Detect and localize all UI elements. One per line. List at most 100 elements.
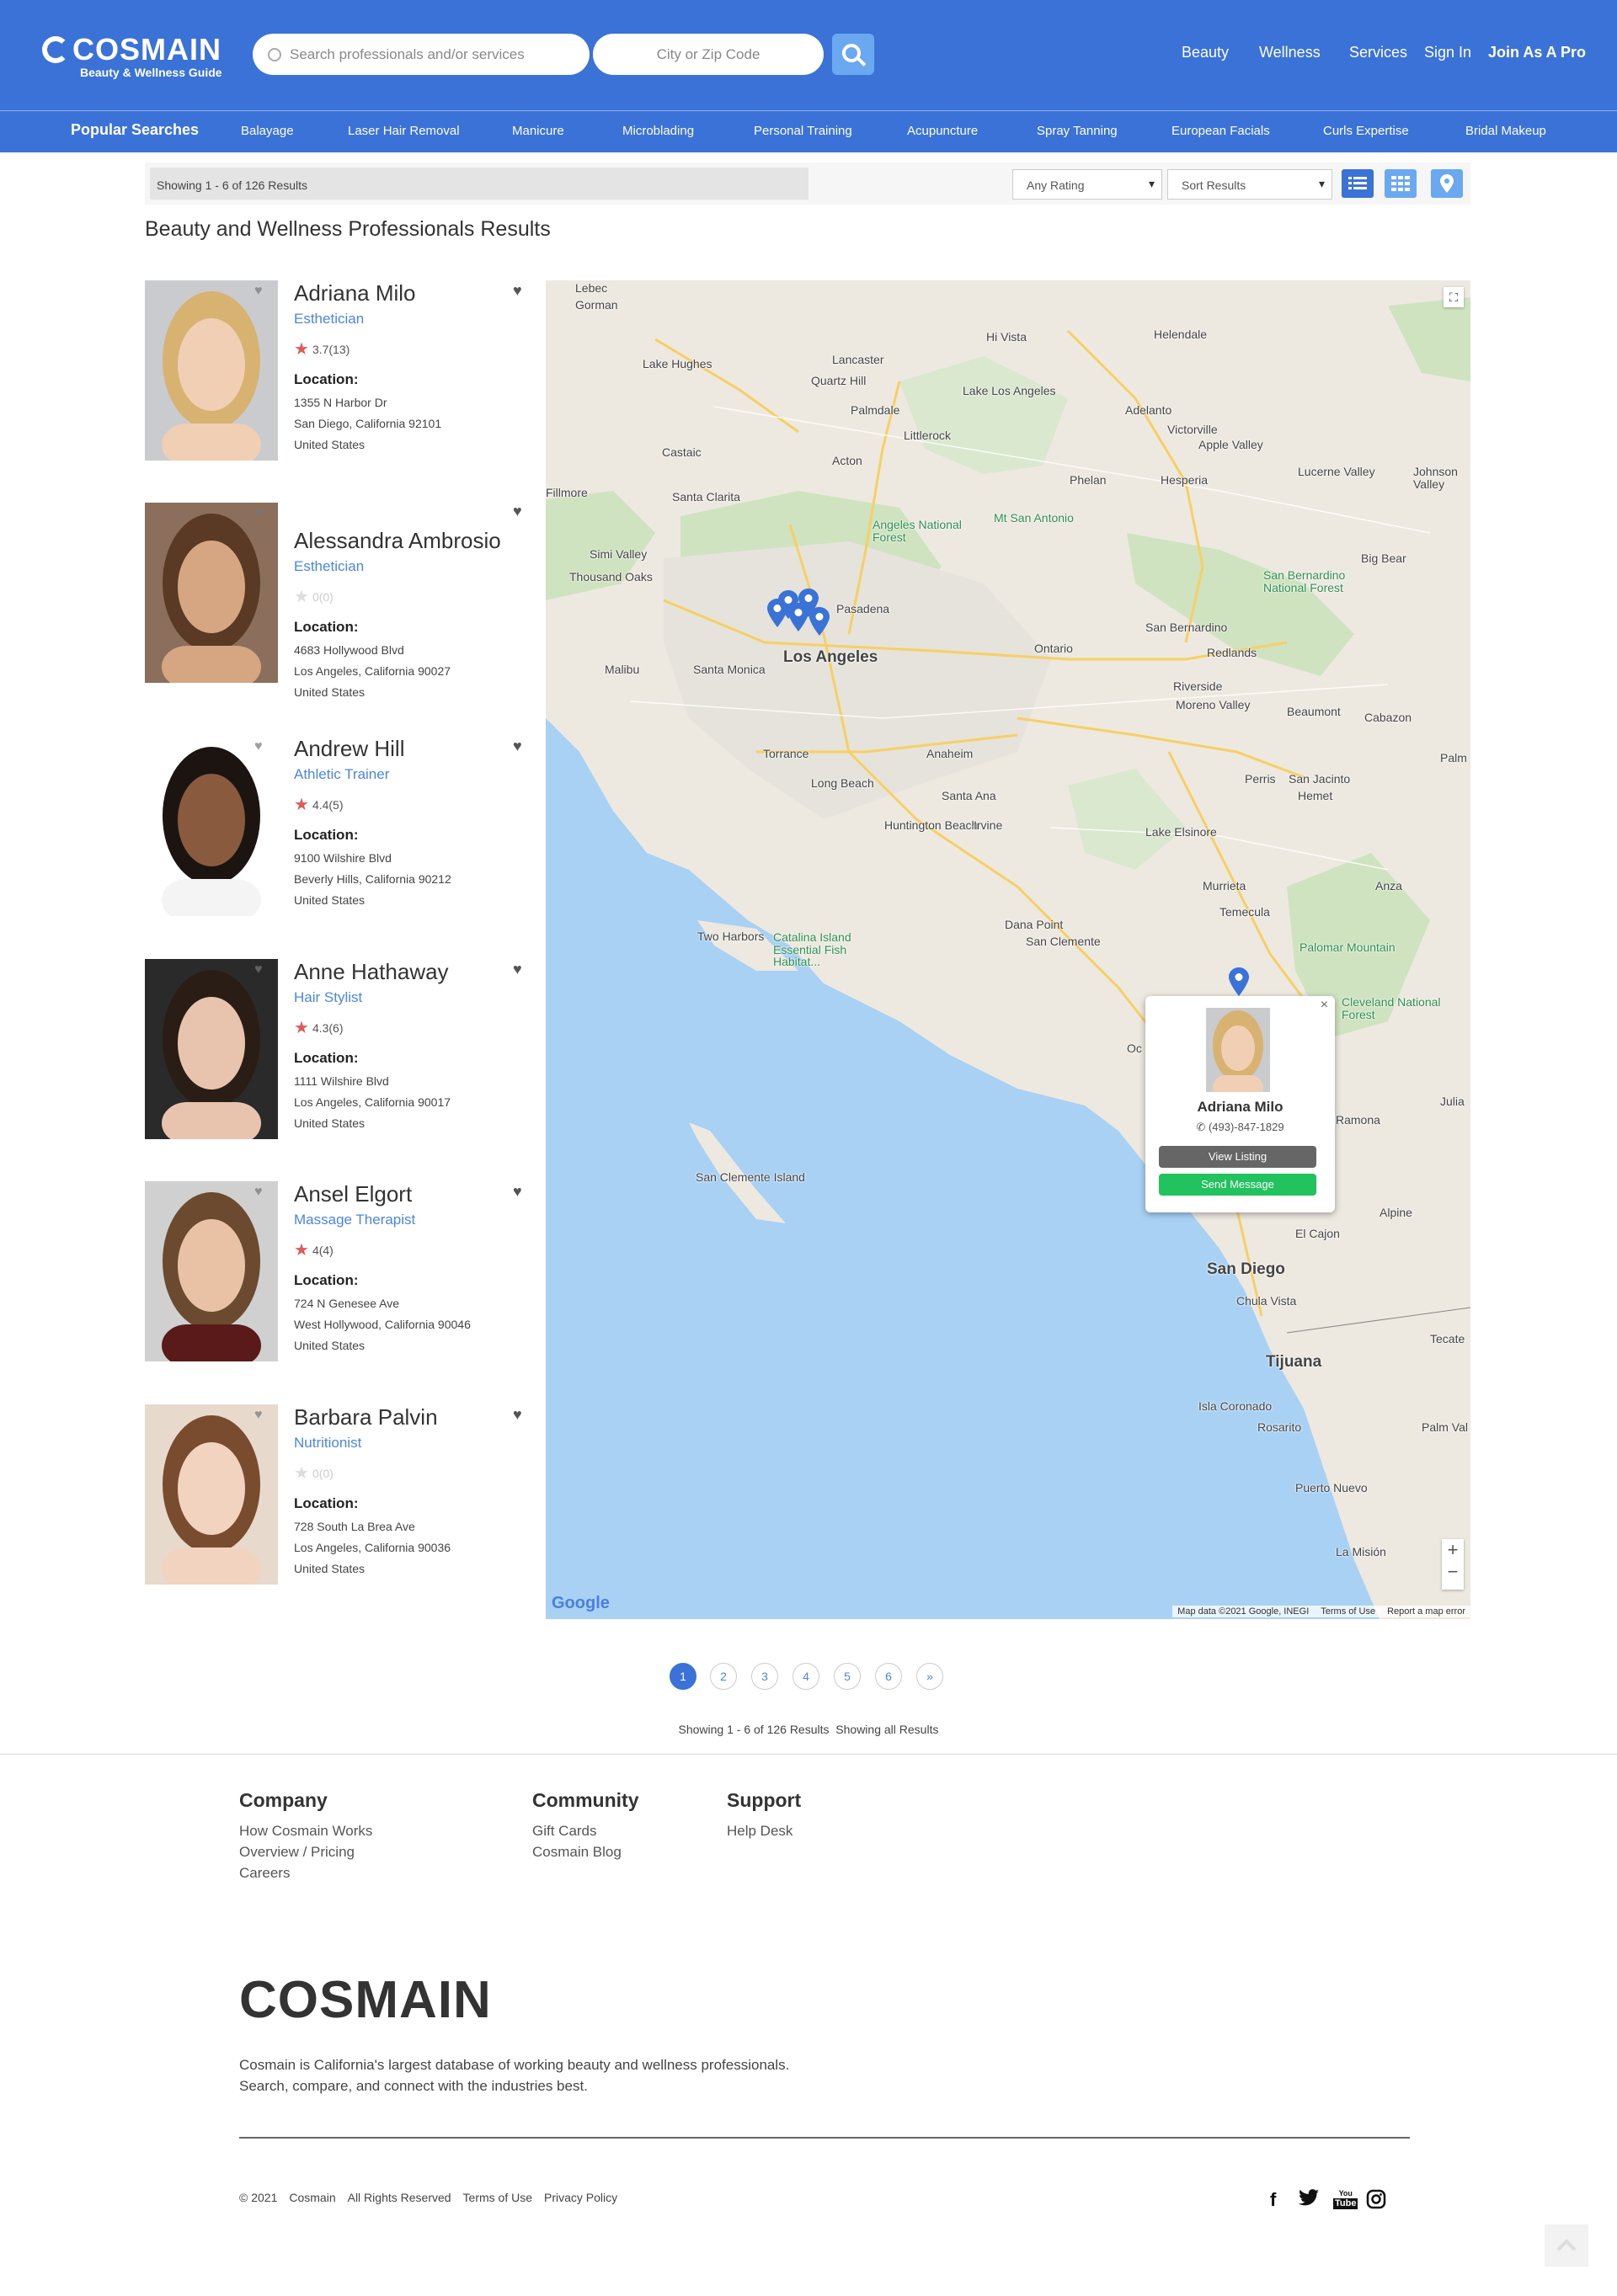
page-6-button[interactable]: 6: [875, 1663, 902, 1690]
pro-name[interactable]: Ansel Elgort: [294, 1181, 412, 1207]
footer-link[interactable]: Gift Cards: [532, 1820, 639, 1841]
profile-photo[interactable]: [145, 1181, 278, 1361]
photo-heart-icon[interactable]: ♥: [254, 962, 263, 978]
fullscreen-icon[interactable]: ⛶: [1444, 287, 1464, 307]
map-view-button[interactable]: [1431, 169, 1463, 198]
page-1-button[interactable]: 1: [670, 1663, 696, 1690]
star-icon: ★: [294, 1464, 309, 1483]
page-3-button[interactable]: 3: [751, 1663, 778, 1690]
instagram-icon[interactable]: [1366, 2189, 1386, 2214]
map-place-label: Two Harbors: [697, 930, 765, 943]
footer-link[interactable]: Help Desk: [727, 1820, 801, 1841]
photo-heart-icon[interactable]: ♥: [254, 1408, 263, 1423]
footer-link[interactable]: How Cosmain Works: [239, 1820, 372, 1841]
page-2-button[interactable]: 2: [710, 1663, 737, 1690]
popular-item[interactable]: Microblading: [622, 124, 694, 138]
pro-name[interactable]: Adriana Milo: [294, 280, 416, 306]
terms-link[interactable]: Terms of Use: [463, 2191, 532, 2204]
profile-photo[interactable]: [145, 503, 278, 683]
youtube-icon[interactable]: You Tube: [1333, 2189, 1358, 2209]
popular-item[interactable]: Personal Training: [754, 124, 852, 138]
result-card[interactable]: ♥ ♥ Andrew Hill Athletic Trainer ★ 4.4(5…: [145, 736, 532, 916]
footer-link[interactable]: Cosmain Blog: [532, 1841, 639, 1862]
profile-photo[interactable]: [145, 1404, 278, 1585]
footer-link[interactable]: Overview / Pricing: [239, 1841, 372, 1862]
pro-profession[interactable]: Athletic Trainer: [294, 766, 389, 783]
facebook-icon[interactable]: f: [1270, 2189, 1276, 2211]
pro-name[interactable]: Barbara Palvin: [294, 1404, 438, 1430]
map-terms-link[interactable]: Terms of Use: [1321, 1606, 1375, 1617]
results-map[interactable]: Lebec Gorman Lake Hughes Lancaster Quartz Hi…: [546, 280, 1470, 1619]
profile-photo[interactable]: [145, 959, 278, 1139]
back-to-top-button[interactable]: [1545, 2224, 1588, 2267]
location-label: Location:: [294, 1495, 359, 1511]
pro-profession[interactable]: Esthetician: [294, 311, 364, 328]
pro-name[interactable]: Andrew Hill: [294, 736, 405, 762]
sort-select[interactable]: Sort Results: [1167, 169, 1332, 200]
location-input[interactable]: City or Zip Code: [593, 34, 824, 75]
popular-item[interactable]: Balayage: [241, 124, 294, 138]
pro-name[interactable]: Anne Hathaway: [294, 959, 449, 985]
popular-item[interactable]: Manicure: [512, 124, 564, 138]
profile-photo[interactable]: [145, 736, 278, 916]
map-place-label: Oc: [1127, 1041, 1142, 1055]
result-card[interactable]: ♥ ♥ Adriana Milo Esthetician ★ 3.7(13) L…: [145, 280, 532, 461]
favorite-heart-icon[interactable]: ♥: [513, 738, 522, 755]
logo[interactable]: COSMAIN Beauty & Wellness Guide: [42, 32, 222, 79]
nav-join-pro[interactable]: Join As A Pro: [1488, 44, 1586, 61]
popular-item[interactable]: Bridal Makeup: [1465, 124, 1546, 138]
zoom-out-button[interactable]: −: [1442, 1561, 1464, 1583]
map-place-label: Lake Los Angeles: [963, 384, 1056, 397]
next-page-button[interactable]: »: [916, 1663, 943, 1690]
page-4-button[interactable]: 4: [792, 1663, 819, 1690]
popular-item[interactable]: European Facials: [1171, 124, 1270, 138]
pro-profession[interactable]: Hair Stylist: [294, 989, 362, 1006]
nav-services[interactable]: Services: [1349, 44, 1407, 61]
favorite-heart-icon[interactable]: ♥: [513, 503, 522, 520]
photo-heart-icon[interactable]: ♥: [254, 739, 263, 754]
send-message-button[interactable]: Send Message: [1159, 1174, 1316, 1196]
result-card[interactable]: ♥ ♥ Barbara Palvin Nutritionist ★ 0(0) L…: [145, 1404, 532, 1585]
favorite-heart-icon[interactable]: ♥: [513, 961, 522, 978]
photo-heart-icon[interactable]: ♥: [254, 1185, 263, 1200]
footer-logo[interactable]: COSMAIN: [239, 1970, 492, 2030]
nav-sign-in[interactable]: Sign In: [1424, 44, 1471, 61]
list-view-button[interactable]: [1342, 169, 1374, 198]
pro-profession[interactable]: Esthetician: [294, 558, 364, 575]
grid-view-button[interactable]: [1385, 169, 1417, 198]
copyright: © 2021: [239, 2191, 278, 2204]
zoom-in-button[interactable]: +: [1442, 1539, 1464, 1561]
map-place-label: Dana Point: [1005, 918, 1064, 931]
favorite-heart-icon[interactable]: ♥: [513, 1183, 522, 1201]
service-search-input[interactable]: Search professionals and/or services: [253, 34, 590, 75]
map-marker-icon[interactable]: [809, 607, 830, 640]
result-card[interactable]: ♥ ♥ Alessandra Ambrosio Esthetician ★ 0(…: [145, 503, 532, 699]
rating-select[interactable]: Any Rating: [1012, 169, 1162, 200]
result-card[interactable]: ♥ ♥ Anne Hathaway Hair Stylist ★ 4.3(6) …: [145, 959, 532, 1139]
pro-name[interactable]: Alessandra Ambrosio: [294, 528, 501, 554]
view-listing-button[interactable]: View Listing: [1159, 1146, 1316, 1168]
photo-heart-icon[interactable]: ♥: [254, 506, 263, 521]
nav-wellness[interactable]: Wellness: [1259, 44, 1321, 61]
report-map-error-link[interactable]: Report a map error: [1387, 1606, 1465, 1617]
pro-profession[interactable]: Nutritionist: [294, 1435, 361, 1452]
footer-divider: [0, 1754, 1617, 1755]
page-5-button[interactable]: 5: [834, 1663, 861, 1690]
profile-photo[interactable]: [145, 280, 278, 461]
popular-item[interactable]: Curls Expertise: [1323, 124, 1409, 138]
footer-link[interactable]: Careers: [239, 1862, 372, 1883]
popup-close-button[interactable]: ×: [1321, 998, 1328, 1013]
favorite-heart-icon[interactable]: ♥: [513, 282, 522, 300]
result-card[interactable]: ♥ ♥ Ansel Elgort Massage Therapist ★ 4(4…: [145, 1181, 532, 1361]
nav-beauty[interactable]: Beauty: [1182, 44, 1229, 61]
popular-item[interactable]: Spray Tanning: [1037, 124, 1118, 138]
favorite-heart-icon[interactable]: ♥: [513, 1406, 522, 1424]
photo-heart-icon[interactable]: ♥: [254, 284, 263, 299]
popular-item[interactable]: Laser Hair Removal: [348, 124, 460, 138]
twitter-icon[interactable]: [1299, 2189, 1319, 2211]
footer-legal: © 2021 Cosmain All Rights Reserved Terms…: [239, 2191, 617, 2204]
search-button[interactable]: [832, 34, 874, 75]
pro-profession[interactable]: Massage Therapist: [294, 1212, 415, 1228]
privacy-link[interactable]: Privacy Policy: [544, 2191, 617, 2204]
popular-item[interactable]: Acupuncture: [907, 124, 978, 138]
